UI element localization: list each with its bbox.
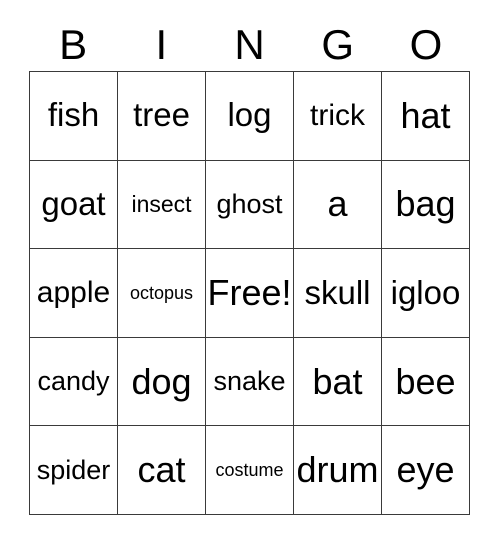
bingo-row: fish tree log trick hat xyxy=(30,72,470,161)
bingo-header-letter-o: O xyxy=(409,20,443,68)
bingo-card: B I N G O fish tree log trick hat goat i… xyxy=(0,0,500,544)
bingo-cell[interactable]: bat xyxy=(294,337,382,427)
bingo-cell-label: bag xyxy=(395,183,456,225)
bingo-row: candy dog snake bat bee xyxy=(30,337,470,427)
bingo-cell-label: snake xyxy=(213,366,286,397)
bingo-header-letter-i: I xyxy=(155,20,168,68)
bingo-cell-label: eye xyxy=(396,449,455,491)
bingo-cell[interactable]: fish xyxy=(30,72,118,161)
bingo-header-row: B I N G O xyxy=(29,18,470,71)
bingo-cell-label: Free! xyxy=(207,272,292,314)
bingo-cell-label: hat xyxy=(400,94,451,136)
bingo-cell-label: candy xyxy=(37,366,110,397)
bingo-cell-label: insect xyxy=(131,191,192,218)
bingo-cell[interactable]: insect xyxy=(118,160,206,250)
bingo-cell[interactable]: spider xyxy=(30,426,118,515)
bingo-cell-label: bat xyxy=(312,360,363,402)
bingo-cell[interactable]: octopus xyxy=(118,249,206,338)
bingo-cell-label: goat xyxy=(41,185,106,223)
bingo-cell-label: a xyxy=(327,183,348,225)
bingo-cell[interactable]: eye xyxy=(382,426,470,515)
bingo-cell-label: drum xyxy=(296,449,379,491)
bingo-header-letter-b: B xyxy=(59,20,88,68)
bingo-cell-label: apple xyxy=(36,276,111,310)
bingo-cell-label: tree xyxy=(133,96,190,134)
bingo-cell-free[interactable]: Free! xyxy=(206,249,294,338)
bingo-cell[interactable]: tree xyxy=(118,72,206,161)
bingo-cell-label: spider xyxy=(36,455,111,485)
bingo-cell-label: log xyxy=(227,96,272,134)
bingo-cell-label: bee xyxy=(395,360,456,402)
bingo-cell[interactable]: candy xyxy=(30,337,118,427)
bingo-cell[interactable]: snake xyxy=(206,337,294,427)
bingo-header-letter-g: G xyxy=(321,20,355,68)
bingo-cell[interactable]: ghost xyxy=(206,160,294,250)
bingo-cell[interactable]: skull xyxy=(294,249,382,338)
bingo-grid: fish tree log trick hat goat insect ghos… xyxy=(29,71,470,515)
bingo-cell[interactable]: costume xyxy=(206,426,294,515)
bingo-cell[interactable]: a xyxy=(294,160,382,250)
bingo-cell[interactable]: cat xyxy=(118,426,206,515)
bingo-cell[interactable]: goat xyxy=(30,160,118,250)
bingo-cell[interactable]: dog xyxy=(118,337,206,427)
bingo-cell[interactable]: bag xyxy=(382,160,470,250)
bingo-header-letter-n: N xyxy=(234,20,265,68)
bingo-row: apple octopus Free! skull igloo xyxy=(30,249,470,338)
bingo-cell[interactable]: trick xyxy=(294,72,382,161)
bingo-cell[interactable]: drum xyxy=(294,426,382,515)
bingo-cell-label: skull xyxy=(304,273,371,311)
bingo-cell-label: dog xyxy=(131,360,192,402)
bingo-cell-label: fish xyxy=(47,96,100,134)
bingo-cell[interactable]: igloo xyxy=(382,249,470,338)
bingo-row: goat insect ghost a bag xyxy=(30,160,470,250)
bingo-cell-label: costume xyxy=(215,459,284,480)
bingo-cell[interactable]: log xyxy=(206,72,294,161)
bingo-cell-label: igloo xyxy=(390,273,461,311)
bingo-cell[interactable]: apple xyxy=(30,249,118,338)
bingo-cell-label: octopus xyxy=(129,282,194,303)
bingo-cell[interactable]: bee xyxy=(382,337,470,427)
bingo-cell-label: trick xyxy=(310,99,365,133)
bingo-cell-label: cat xyxy=(137,449,186,491)
bingo-cell[interactable]: hat xyxy=(382,72,470,161)
bingo-row: spider cat costume drum eye xyxy=(30,426,470,515)
bingo-cell-label: ghost xyxy=(216,189,283,220)
